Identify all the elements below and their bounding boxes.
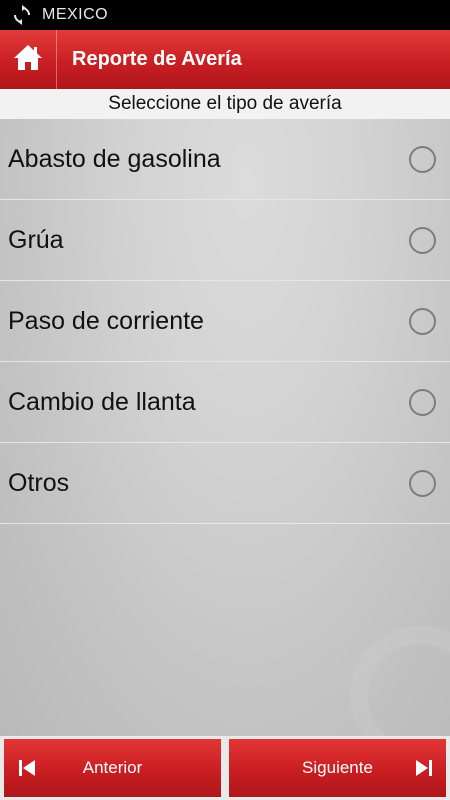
previous-button[interactable]: Anterior	[4, 739, 221, 797]
option-grua[interactable]: Grúa	[0, 200, 450, 281]
next-label: Siguiente	[302, 758, 373, 777]
radio-button[interactable]	[409, 388, 436, 416]
radio-button[interactable]	[409, 145, 436, 173]
sync-icon	[12, 5, 32, 25]
option-list: Abasto de gasolina Grúa Paso de corrient…	[0, 119, 450, 736]
option-label: Abasto de gasolina	[8, 144, 221, 173]
option-paso-corriente[interactable]: Paso de corriente	[0, 281, 450, 362]
skip-previous-icon	[17, 758, 37, 778]
radio-button[interactable]	[409, 307, 436, 335]
carrier-label: MEXICO	[42, 6, 109, 23]
home-icon	[13, 43, 43, 76]
option-label: Paso de corriente	[8, 306, 204, 335]
radio-button[interactable]	[409, 226, 436, 254]
option-label: Cambio de llanta	[8, 387, 196, 416]
background-watermark	[350, 626, 450, 736]
app-bar: Reporte de Avería	[0, 30, 450, 89]
page-title: Reporte de Avería	[72, 48, 242, 70]
option-label: Grúa	[8, 225, 64, 254]
status-bar: MEXICO	[0, 0, 450, 30]
radio-button[interactable]	[409, 469, 436, 497]
bottom-nav: Anterior Siguiente	[0, 736, 450, 800]
home-button[interactable]	[0, 30, 57, 89]
option-label: Otros	[8, 468, 70, 497]
option-otros[interactable]: Otros	[0, 443, 450, 524]
skip-next-icon	[414, 758, 434, 778]
instruction-header: Seleccione el tipo de avería	[0, 89, 450, 119]
option-cambio-llanta[interactable]: Cambio de llanta	[0, 362, 450, 443]
next-button[interactable]: Siguiente	[229, 739, 446, 797]
option-abasto-gasolina[interactable]: Abasto de gasolina	[0, 119, 450, 200]
previous-label: Anterior	[82, 758, 143, 777]
